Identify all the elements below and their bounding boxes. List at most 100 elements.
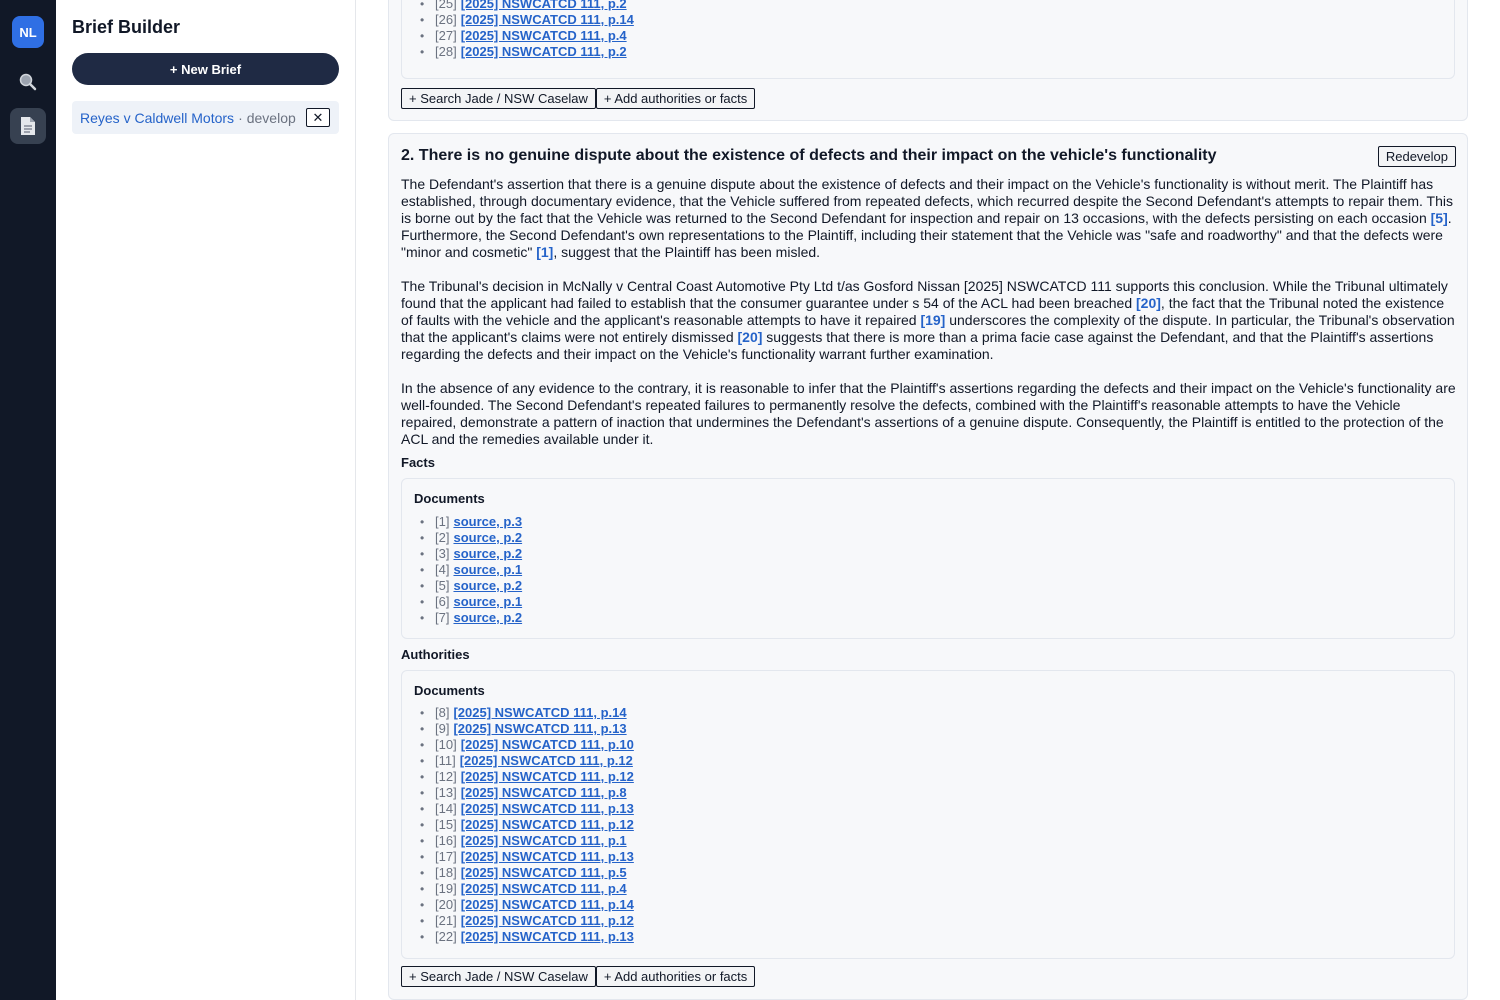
argument-paragraph: In the absence of any evidence to the co… bbox=[401, 380, 1456, 447]
sidebar: Brief Builder + New Brief Reyes v Caldwe… bbox=[56, 0, 356, 1000]
reference-number: [13] bbox=[435, 785, 457, 800]
reference-item: [1]source, p.3 bbox=[402, 514, 522, 530]
reference-link[interactable]: [2025] NSWCATCD 111, p.8 bbox=[461, 785, 627, 800]
brief-status: develop bbox=[246, 109, 296, 126]
reference-list: [25] [2025] NSWCATCD 111, p.2 [26] [2025] N… bbox=[402, 0, 634, 60]
reference-link[interactable]: source, p.2 bbox=[453, 546, 522, 561]
documents-nav-button[interactable] bbox=[10, 108, 46, 144]
reference-number: [19] bbox=[435, 881, 457, 896]
reference-item: [22] [2025] NSWCATCD 111, p.13 bbox=[402, 929, 634, 945]
reference-link[interactable]: source, p.2 bbox=[453, 610, 522, 625]
reference-number: [3] bbox=[435, 546, 450, 561]
reference-number: [8] bbox=[435, 705, 450, 720]
add-authorities-button[interactable]: + Add authorities or facts bbox=[595, 88, 756, 109]
reference-link[interactable]: [2025] NSWCATCD 111, p.13 bbox=[461, 929, 634, 944]
reference-link[interactable]: [2025] NSWCATCD 111, p.1 bbox=[461, 833, 627, 848]
reference-link[interactable]: source, p.3 bbox=[453, 514, 522, 529]
reference-link[interactable]: [2025] NSWCATCD 111, p.4 bbox=[461, 28, 627, 43]
reference-link[interactable]: source, p.2 bbox=[453, 530, 522, 545]
add-authorities-button[interactable]: + Add authorities or facts bbox=[595, 966, 756, 987]
reference-number: [18] bbox=[435, 865, 457, 880]
redevelop-button[interactable]: Redevelop bbox=[1377, 146, 1456, 167]
reference-number: [1] bbox=[435, 514, 450, 529]
reference-link[interactable]: [2025] NSWCATCD 111, p.12 bbox=[461, 769, 634, 784]
facts-list: [1]source, p.3[2]source, p.2[3]source, p… bbox=[402, 514, 522, 626]
reference-link[interactable]: [2025] NSWCATCD 111, p.12 bbox=[460, 753, 633, 768]
reference-item: [14] [2025] NSWCATCD 111, p.13 bbox=[402, 801, 634, 817]
paragraph-text: The Defendant's assertion that there is … bbox=[401, 176, 1453, 226]
reference-number: [25] bbox=[435, 0, 457, 11]
reference-item: [19] [2025] NSWCATCD 111, p.4 bbox=[402, 881, 634, 897]
search-nav-button[interactable] bbox=[10, 64, 46, 100]
reference-number: [14] bbox=[435, 801, 457, 816]
reference-link[interactable]: source, p.1 bbox=[453, 594, 522, 609]
argument-paragraph: The Tribunal's decision in McNally v Cen… bbox=[401, 278, 1457, 363]
reference-number: [11] bbox=[435, 753, 456, 768]
citation-link[interactable]: [19] bbox=[920, 312, 945, 328]
reference-item: [9][2025] NSWCATCD 111, p.13 bbox=[402, 721, 634, 737]
reference-number: [16] bbox=[435, 833, 457, 848]
sidebar-title: Brief Builder bbox=[72, 17, 181, 37]
reference-link[interactable]: [2025] NSWCATCD 111, p.12 bbox=[461, 817, 634, 832]
citation-link[interactable]: [1] bbox=[536, 244, 553, 260]
search-jade-button[interactable]: + Search Jade / NSW Caselaw bbox=[401, 88, 596, 109]
reference-number: [4] bbox=[435, 562, 450, 577]
reference-number: [7] bbox=[435, 610, 450, 625]
brief-list-item[interactable]: Reyes v Caldwell Motors · develop ✕ bbox=[72, 101, 339, 134]
argument-paragraph: The Defendant's assertion that there is … bbox=[401, 176, 1457, 261]
reference-item: [12] [2025] NSWCATCD 111, p.12 bbox=[402, 769, 634, 785]
reference-link[interactable]: [2025] NSWCATCD 111, p.14 bbox=[461, 897, 634, 912]
search-jade-button[interactable]: + Search Jade / NSW Caselaw bbox=[401, 966, 596, 987]
reference-item: [16] [2025] NSWCATCD 111, p.1 bbox=[402, 833, 634, 849]
reference-link[interactable]: [2025] NSWCATCD 111, p.13 bbox=[461, 849, 634, 864]
brief-name[interactable]: Reyes v Caldwell Motors bbox=[80, 110, 234, 126]
reference-link[interactable]: source, p.2 bbox=[453, 578, 522, 593]
reference-link[interactable]: [2025] NSWCATCD 111, p.2 bbox=[461, 0, 627, 11]
reference-item: [17] [2025] NSWCATCD 111, p.13 bbox=[402, 849, 634, 865]
reference-link[interactable]: [2025] NSWCATCD 111, p.5 bbox=[461, 865, 627, 880]
reference-number: [5] bbox=[435, 578, 450, 593]
reference-item: [8][2025] NSWCATCD 111, p.14 bbox=[402, 705, 634, 721]
reference-number: [17] bbox=[435, 849, 457, 864]
new-brief-button[interactable]: + New Brief bbox=[72, 53, 339, 85]
close-icon: ✕ bbox=[312, 109, 324, 125]
reference-number: [22] bbox=[435, 929, 457, 944]
reference-item: [20] [2025] NSWCATCD 111, p.14 bbox=[402, 897, 634, 913]
citation-link[interactable]: [20] bbox=[1136, 295, 1161, 311]
reference-number: [9] bbox=[435, 721, 450, 736]
reference-link[interactable]: [2025] NSWCATCD 111, p.12 bbox=[461, 913, 634, 928]
reference-link[interactable]: [2025] NSWCATCD 111, p.13 bbox=[461, 801, 634, 816]
reference-item: [28] [2025] NSWCATCD 111, p.2 bbox=[402, 44, 634, 60]
paragraph-text: , suggest that the Plaintiff has been mi… bbox=[553, 244, 821, 260]
reference-link[interactable]: [2025] NSWCATCD 111, p.4 bbox=[461, 881, 627, 896]
authorities-box: [25] [2025] NSWCATCD 111, p.2 [26] [2025] N… bbox=[401, 0, 1455, 79]
citation-link[interactable]: [5] bbox=[1431, 210, 1448, 226]
section-actions: + Search Jade / NSW Caselaw + Add author… bbox=[401, 966, 756, 987]
reference-number: [26] bbox=[435, 12, 457, 27]
reference-link[interactable]: [2025] NSWCATCD 111, p.10 bbox=[461, 737, 634, 752]
reference-item: [26] [2025] NSWCATCD 111, p.14 bbox=[402, 12, 634, 28]
close-brief-button[interactable]: ✕ bbox=[306, 108, 330, 127]
reference-number: [15] bbox=[435, 817, 457, 832]
reference-item: [15] [2025] NSWCATCD 111, p.12 bbox=[402, 817, 634, 833]
citation-link[interactable]: [20] bbox=[738, 329, 763, 345]
reference-item: [7]source, p.2 bbox=[402, 610, 522, 626]
app-logo[interactable]: NL bbox=[12, 16, 44, 48]
reference-link[interactable]: [2025] NSWCATCD 111, p.2 bbox=[461, 44, 627, 59]
reference-link[interactable]: [2025] NSWCATCD 111, p.14 bbox=[453, 705, 626, 720]
reference-link[interactable]: [2025] NSWCATCD 111, p.13 bbox=[453, 721, 626, 736]
icon-rail: NL bbox=[0, 0, 56, 1000]
reference-item: [21] [2025] NSWCATCD 111, p.12 bbox=[402, 913, 634, 929]
reference-number: [10] bbox=[435, 737, 457, 752]
reference-number: [6] bbox=[435, 594, 450, 609]
authorities-list: [8][2025] NSWCATCD 111, p.14[9][2025] NS… bbox=[402, 705, 634, 945]
reference-item: [11] [2025] NSWCATCD 111, p.12 bbox=[402, 753, 634, 769]
reference-item: [13] [2025] NSWCATCD 111, p.8 bbox=[402, 785, 634, 801]
reference-link[interactable]: [2025] NSWCATCD 111, p.14 bbox=[461, 12, 634, 27]
reference-item: [5]source, p.2 bbox=[402, 578, 522, 594]
reference-number: [21] bbox=[435, 913, 457, 928]
reference-number: [28] bbox=[435, 44, 457, 59]
reference-item: [25] [2025] NSWCATCD 111, p.2 bbox=[402, 0, 634, 12]
reference-link[interactable]: source, p.1 bbox=[453, 562, 522, 577]
reference-number: [2] bbox=[435, 530, 450, 545]
